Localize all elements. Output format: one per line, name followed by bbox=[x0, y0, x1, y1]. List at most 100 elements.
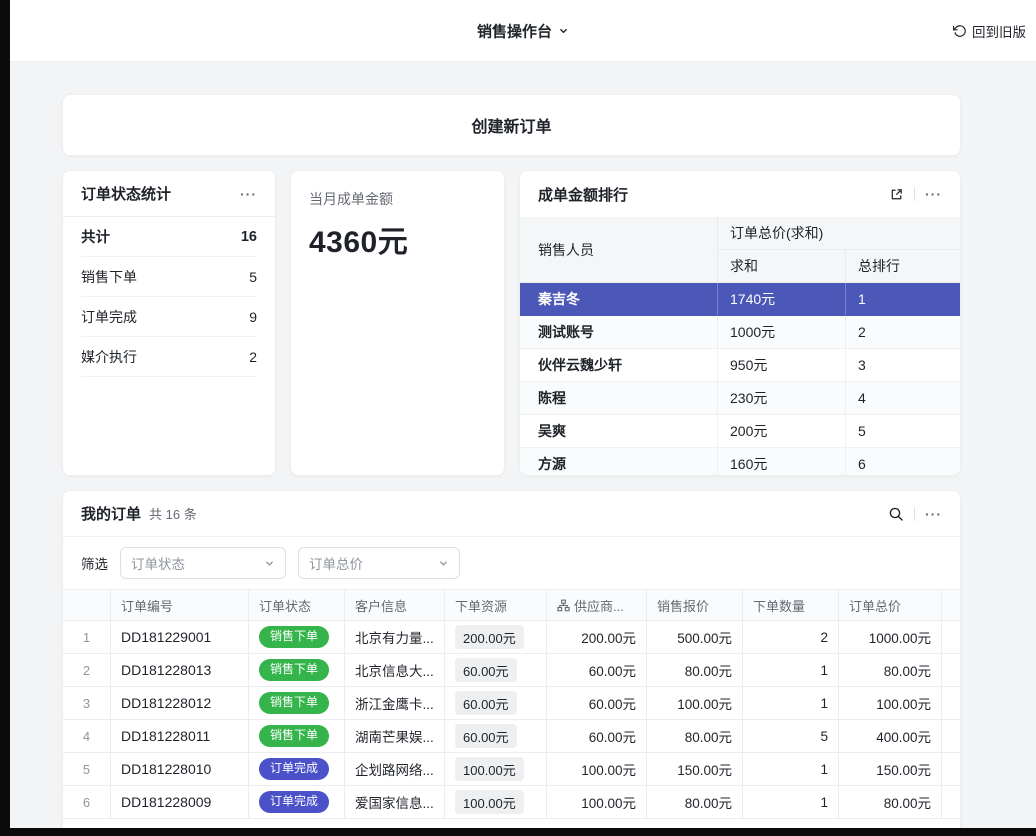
sum-value: 950元 bbox=[717, 349, 845, 381]
ranking-row: 陈程 230元 4 bbox=[520, 382, 960, 415]
more-menu-button[interactable]: ··· bbox=[925, 507, 942, 521]
rank-value: 6 bbox=[845, 448, 961, 476]
back-to-old-version-button[interactable]: 回到旧版 bbox=[953, 21, 1026, 41]
col-sum: 求和 bbox=[717, 250, 845, 283]
create-order-button[interactable]: 创建新订单 bbox=[62, 94, 961, 156]
sales-quote: 100.00元 bbox=[647, 687, 743, 720]
top-bar: 销售操作台 回到旧版 bbox=[10, 0, 1036, 62]
search-icon[interactable] bbox=[888, 506, 904, 522]
resource-tag: 100.00元 bbox=[455, 757, 524, 781]
main-content: 创建新订单 订单状态统计 ··· 共计 16 销售下单 5 bbox=[62, 94, 961, 828]
filter-row: 筛选 订单状态 订单总价 bbox=[63, 537, 960, 589]
col-quote: 销售报价 bbox=[647, 590, 743, 621]
back-to-old-version-label: 回到旧版 bbox=[972, 21, 1026, 41]
deal-ranking-card: 成单金额排行 ··· 销售人员 订单总价(求和) 求和 总排行 bbox=[519, 170, 961, 476]
col-total: 订单总价 bbox=[839, 590, 942, 621]
ranking-row: 秦吉冬 1740元 1 bbox=[520, 283, 960, 316]
ranking-table-header: 销售人员 订单总价(求和) 求和 总排行 bbox=[520, 217, 960, 283]
status-row-total[interactable]: 共计 16 bbox=[81, 217, 257, 257]
more-menu-button[interactable]: ··· bbox=[240, 187, 257, 201]
monthly-amount-card: 当月成单金额 4360元 bbox=[290, 170, 505, 476]
rotate-ccw-icon bbox=[953, 24, 967, 38]
col-qty: 下单数量 bbox=[743, 590, 839, 621]
row-index: 1 bbox=[63, 621, 111, 654]
sum-value: 1740元 bbox=[717, 283, 845, 315]
status-badge: 销售下单 bbox=[259, 692, 329, 714]
row-index: 6 bbox=[63, 786, 111, 819]
order-total: 150.00元 bbox=[839, 753, 942, 786]
status-row[interactable]: 销售下单 5 bbox=[81, 257, 257, 297]
status-badge: 订单完成 bbox=[259, 791, 329, 813]
resource-tag: 100.00元 bbox=[455, 790, 524, 814]
col-row-index bbox=[63, 590, 111, 621]
order-number: DD181228013 bbox=[111, 654, 249, 687]
resource-tag: 60.00元 bbox=[455, 691, 517, 715]
supplier-price: 100.00元 bbox=[547, 786, 647, 819]
divider bbox=[914, 187, 915, 201]
resource-tag: 200.00元 bbox=[455, 625, 524, 649]
col-salesperson: 销售人员 bbox=[520, 217, 717, 283]
app-window: 销售操作台 回到旧版 创建新订单 订单状态统计 ··· bbox=[10, 0, 1036, 828]
resource-tag: 60.00元 bbox=[455, 724, 517, 748]
order-qty: 1 bbox=[743, 753, 839, 786]
monthly-amount-value: 4360元 bbox=[309, 217, 486, 261]
order-total: 400.00元 bbox=[839, 720, 942, 753]
order-row[interactable]: 2 DD181228013 销售下单 北京信息大... 60.00元 60.00… bbox=[63, 654, 960, 687]
chevron-down-icon bbox=[264, 558, 275, 569]
supplier-price: 60.00元 bbox=[547, 720, 647, 753]
sales-quote: 80.00元 bbox=[647, 720, 743, 753]
order-row[interactable]: 1 DD181229001 销售下单 北京有力量... 200.00元 200.… bbox=[63, 621, 960, 654]
customer-info: 爱国家信息... bbox=[345, 786, 445, 819]
salesperson-name: 陈程 bbox=[520, 382, 717, 414]
rank-value: 4 bbox=[845, 382, 961, 414]
orders-table-header: 订单编号 订单状态 客户信息 下单资源 供应商... 销售报价 下单数量 订单总… bbox=[63, 589, 960, 621]
col-resource: 下单资源 bbox=[445, 590, 547, 621]
order-qty: 2 bbox=[743, 621, 839, 654]
order-total-filter-select[interactable]: 订单总价 bbox=[298, 547, 460, 579]
ranking-card-title: 成单金额排行 bbox=[538, 184, 628, 205]
col-customer: 客户信息 bbox=[345, 590, 445, 621]
order-qty: 1 bbox=[743, 654, 839, 687]
more-menu-button[interactable]: ··· bbox=[925, 187, 942, 201]
orders-table: 订单编号 订单状态 客户信息 下单资源 供应商... 销售报价 下单数量 订单总… bbox=[63, 589, 960, 819]
supplier-price: 200.00元 bbox=[547, 621, 647, 654]
cell-filler bbox=[942, 654, 961, 687]
status-row[interactable]: 媒介执行 2 bbox=[81, 337, 257, 377]
col-order-no: 订单编号 bbox=[111, 590, 249, 621]
row-index: 4 bbox=[63, 720, 111, 753]
order-qty: 1 bbox=[743, 786, 839, 819]
col-supplier-label: 供应商... bbox=[574, 596, 624, 615]
my-orders-card: 我的订单 共 16 条 ··· 筛选 订单状态 bbox=[62, 490, 961, 828]
order-row[interactable]: 6 DD181228009 订单完成 爱国家信息... 100.00元 100.… bbox=[63, 786, 960, 819]
customer-info: 湖南芒果娱... bbox=[345, 720, 445, 753]
status-badge: 订单完成 bbox=[259, 758, 329, 780]
status-label: 销售下单 bbox=[81, 267, 137, 287]
ranking-row: 测试账号 1000元 2 bbox=[520, 316, 960, 349]
sum-value: 160元 bbox=[717, 448, 845, 476]
workspace-switcher[interactable]: 销售操作台 bbox=[477, 20, 569, 41]
status-value: 5 bbox=[249, 269, 257, 285]
relation-icon bbox=[557, 599, 570, 612]
sum-value: 230元 bbox=[717, 382, 845, 414]
order-row[interactable]: 3 DD181228012 销售下单 浙江金鹰卡... 60.00元 60.00… bbox=[63, 687, 960, 720]
salesperson-name: 伙伴云魏少轩 bbox=[520, 349, 717, 381]
cell-filler bbox=[942, 621, 961, 654]
status-badge: 销售下单 bbox=[259, 659, 329, 681]
customer-info: 北京有力量... bbox=[345, 621, 445, 654]
export-icon[interactable] bbox=[889, 187, 904, 202]
salesperson-name: 吴爽 bbox=[520, 415, 717, 447]
order-status-filter-select[interactable]: 订单状态 bbox=[120, 547, 286, 579]
status-row[interactable]: 订单完成 9 bbox=[81, 297, 257, 337]
order-number: DD181228012 bbox=[111, 687, 249, 720]
chevron-down-icon bbox=[438, 558, 449, 569]
order-status-stats-card: 订单状态统计 ··· 共计 16 销售下单 5 订单完成 9 bbox=[62, 170, 276, 476]
create-order-label: 创建新订单 bbox=[471, 113, 551, 137]
order-number: DD181228011 bbox=[111, 720, 249, 753]
cell-filler bbox=[942, 720, 961, 753]
ranking-row: 方源 160元 6 bbox=[520, 448, 960, 476]
order-qty: 5 bbox=[743, 720, 839, 753]
order-row[interactable]: 4 DD181228011 销售下单 湖南芒果娱... 60.00元 60.00… bbox=[63, 720, 960, 753]
row-index: 5 bbox=[63, 753, 111, 786]
supplier-price: 60.00元 bbox=[547, 687, 647, 720]
order-row[interactable]: 5 DD181228010 订单完成 企划路网络... 100.00元 100.… bbox=[63, 753, 960, 786]
